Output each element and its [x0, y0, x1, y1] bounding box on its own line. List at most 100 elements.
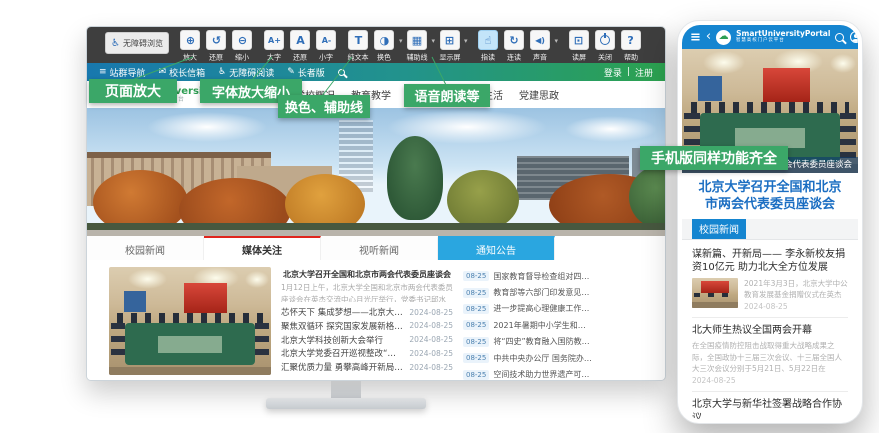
sound-button[interactable]: ◀) 声音: [529, 30, 552, 63]
news-summary: 1月12日上午，北京大学全国和北京市两会代表委员座谈会在英杰交流中心月光厅举行，…: [281, 282, 453, 302]
accessibility-browse-label: 无障碍浏览: [123, 38, 163, 49]
help-button[interactable]: ? 帮助: [619, 30, 642, 63]
zoom-out-icon: ⊖: [238, 34, 247, 47]
news-row[interactable]: 北京大学党委召开巡视整改“回头看… 2024-08-25: [281, 346, 453, 360]
guide-lines-button[interactable]: ▦ 辅助线: [405, 30, 428, 63]
tab-campus-news[interactable]: 校园新闻: [87, 236, 204, 260]
mobile-logo[interactable]: ☁: [716, 30, 731, 45]
accessibility-reading-link[interactable]: ♿ 无障碍阅读: [218, 66, 274, 79]
list-divider: [692, 317, 848, 318]
mobile-news-date: 2024-08-25: [692, 376, 848, 385]
notice-row[interactable]: 08-25 空间技术助力世界遗产可持续…: [463, 366, 593, 381]
mail-icon: ✉: [159, 67, 167, 77]
president-mailbox-link[interactable]: ✉ 校长信箱: [159, 66, 206, 79]
login-link[interactable]: 登录: [604, 66, 622, 79]
mobile-headline-link[interactable]: 北京大学召开全国和北京市两会代表委员座谈会: [682, 173, 858, 219]
hamburger-icon[interactable]: ≡: [690, 30, 701, 45]
news-row[interactable]: 汇聚优质力量 勇攀高峰开新局—… 2024-08-25: [281, 360, 453, 374]
conference-news-photo[interactable]: [109, 267, 271, 375]
notice-date-badge: 08-25: [463, 271, 489, 281]
monitor-stand-neck: [331, 379, 361, 400]
news-content: 北京大学召开全国和北京市两会代表委员座谈会 1月12日上午，北京大学全国和北京市…: [87, 260, 665, 380]
wheelchair-icon: ♿: [111, 38, 120, 49]
news-row[interactable]: 芯怀天下 集成梦想——北京大学成… 2024-08-25: [281, 305, 453, 319]
news-row[interactable]: 聚焦双循环 探究国家发展新格局—… 2024-08-25: [281, 319, 453, 333]
user-account-icon[interactable]: [850, 31, 858, 43]
campus-news-tab[interactable]: 校园新闻: [692, 219, 746, 239]
point-read-icon: ☝: [485, 34, 492, 47]
page-zoom-group: ⊕ 放大 ↺ 还原 ⊖ 缩小: [179, 30, 254, 63]
reading-group: ☝ 指读 ↻ 连读 ◀) 声音 ▾: [477, 30, 559, 63]
pen-icon: ✎: [287, 67, 295, 77]
mobile-news-summary: 2021年3月3日，北京大学中公教育发展基金捐赠仪式在英杰交流中心月光厅举行，第…: [744, 278, 848, 300]
help-icon: ?: [627, 34, 633, 47]
search-icon[interactable]: [835, 33, 844, 42]
news-list: 北京大学召开全国和北京市两会代表委员座谈会 1月12日上午，北京大学全国和北京市…: [281, 267, 453, 374]
font-size-group: A+ 大字 A 还原 A- 小字: [263, 30, 338, 63]
speaker-icon: ◀): [535, 36, 545, 45]
back-icon[interactable]: ‹: [706, 30, 711, 43]
display-mode-caret-icon[interactable]: ▾: [464, 37, 468, 63]
news-headline-link[interactable]: 北京大学召开全国和北京市两会代表委员座谈会: [281, 269, 453, 278]
page-canvas: ♿ 无障碍浏览 ⊕ 放大 ↺ 还原 ⊖ 缩小 A+: [0, 0, 879, 433]
news-thumbnail-image: [692, 278, 738, 308]
mobile-phone: ≡ ‹ ☁ SmartUniversityPortal 智慧高校门户云平台: [677, 20, 863, 424]
zoom-in-button[interactable]: ⊕ 放大: [179, 30, 202, 63]
close-toolbar-button[interactable]: 关闭: [593, 30, 616, 63]
zoom-reset-button[interactable]: ↺ 还原: [205, 30, 228, 63]
tab-av-news[interactable]: 视听新闻: [321, 236, 438, 260]
color-scheme-button[interactable]: ◑ 换色: [373, 30, 396, 63]
list-divider: [692, 391, 848, 392]
hamburger-icon: ≡: [99, 67, 107, 77]
notice-row[interactable]: 08-25 国家教育督导检查组对四川省…: [463, 268, 593, 284]
tab-media-focus[interactable]: 媒体关注: [204, 236, 321, 260]
elder-version-link[interactable]: ✎ 长者版: [287, 66, 325, 79]
plain-text-button[interactable]: T 纯文本: [347, 30, 370, 63]
notice-row[interactable]: 08-25 教育部等六部门印发意见部署…: [463, 284, 593, 300]
color-scheme-caret-icon[interactable]: ▾: [399, 37, 403, 63]
guide-lines-caret-icon[interactable]: ▾: [431, 37, 435, 63]
cloud-logo-icon: ☁: [719, 32, 729, 42]
mobile-news-item[interactable]: 北大师生热议全国两会开幕 在全国疫情防控阻击战取得重大战略成果之际，全国政协十三…: [692, 324, 848, 385]
reset-icon: ↺: [212, 34, 221, 47]
font-larger-button[interactable]: A+ 大字: [263, 30, 286, 63]
mobile-news-item[interactable]: 谋新篇、开新局—— 李永新校友捐资10亿元 助力北大全方位发展 2021年3月3…: [692, 248, 848, 311]
font-reset-icon: A: [296, 34, 305, 47]
search-icon[interactable]: [338, 69, 345, 76]
site-group-nav-link[interactable]: ≡ 站群导航: [99, 66, 146, 79]
accessibility-browse-button[interactable]: ♿ 无障碍浏览: [105, 32, 169, 54]
font-smaller-icon: A-: [322, 36, 332, 45]
wheelchair-icon: ♿: [218, 67, 226, 77]
notice-list: 08-25 国家教育督导检查组对四川省… 08-25 教育部等六部门印发意见部署…: [463, 267, 593, 374]
continuous-read-icon: ↻: [509, 34, 518, 47]
sound-caret-icon[interactable]: ▾: [555, 37, 559, 63]
screen-reader-icon: ⊡: [574, 34, 583, 47]
notice-date-badge: 08-25: [463, 337, 489, 347]
screen-reader-button[interactable]: ⊡ 读屏: [567, 30, 590, 63]
mobile-news-summary: 在全国疫情防控阻击战取得重大战略成果之际，全国政协十三届三次会议、十三届全国人大…: [692, 340, 848, 374]
zoom-out-button[interactable]: ⊖ 缩小: [231, 30, 254, 63]
nav-item-party-building[interactable]: 党建思政: [519, 87, 559, 102]
notice-row[interactable]: 08-25 2021年暑期中小学生和幼儿…: [463, 317, 593, 333]
notice-date-badge: 08-25: [463, 370, 489, 380]
notice-row[interactable]: 08-25 中共中央办公厅 国务院办公…: [463, 350, 593, 366]
font-smaller-button[interactable]: A- 小字: [315, 30, 338, 63]
mobile-news-item[interactable]: 北京大学与新华社签署战略合作协议: [692, 398, 848, 419]
font-reset-button[interactable]: A 还原: [289, 30, 312, 63]
point-read-button[interactable]: ☝ 指读: [477, 30, 500, 63]
mobile-news-list: 谋新篇、开新局—— 李永新校友捐资10亿元 助力北大全方位发展 2021年3月3…: [682, 240, 858, 419]
continuous-read-button[interactable]: ↻ 连读: [503, 30, 526, 63]
campus-hero-image: [87, 108, 665, 236]
display-mode-button[interactable]: ⊞ 显示屏: [438, 30, 461, 63]
system-group: ⊡ 读屏 关闭 ? 帮助: [567, 30, 642, 63]
font-larger-icon: A+: [268, 36, 281, 45]
mobile-section-bar: 校园新闻: [682, 219, 858, 240]
notice-row[interactable]: 08-25 将“四史”教育融入国防教育中: [463, 334, 593, 350]
notice-row[interactable]: 08-25 进一步提高心理健康工作有效…: [463, 301, 593, 317]
accessibility-toolbar: ♿ 无障碍浏览 ⊕ 放大 ↺ 还原 ⊖ 缩小 A+: [87, 27, 665, 63]
news-row[interactable]: 北京大学科技创新大会举行 2024-08-25: [281, 333, 453, 347]
display-group: T 纯文本 ◑ 换色 ▾ ▦ 辅助线 ▾ ⊞ 显示屏 ▾: [347, 30, 468, 63]
notice-date-badge: 08-25: [463, 288, 489, 298]
tab-notices[interactable]: 通知公告: [438, 236, 555, 260]
register-link[interactable]: 注册: [635, 66, 653, 79]
